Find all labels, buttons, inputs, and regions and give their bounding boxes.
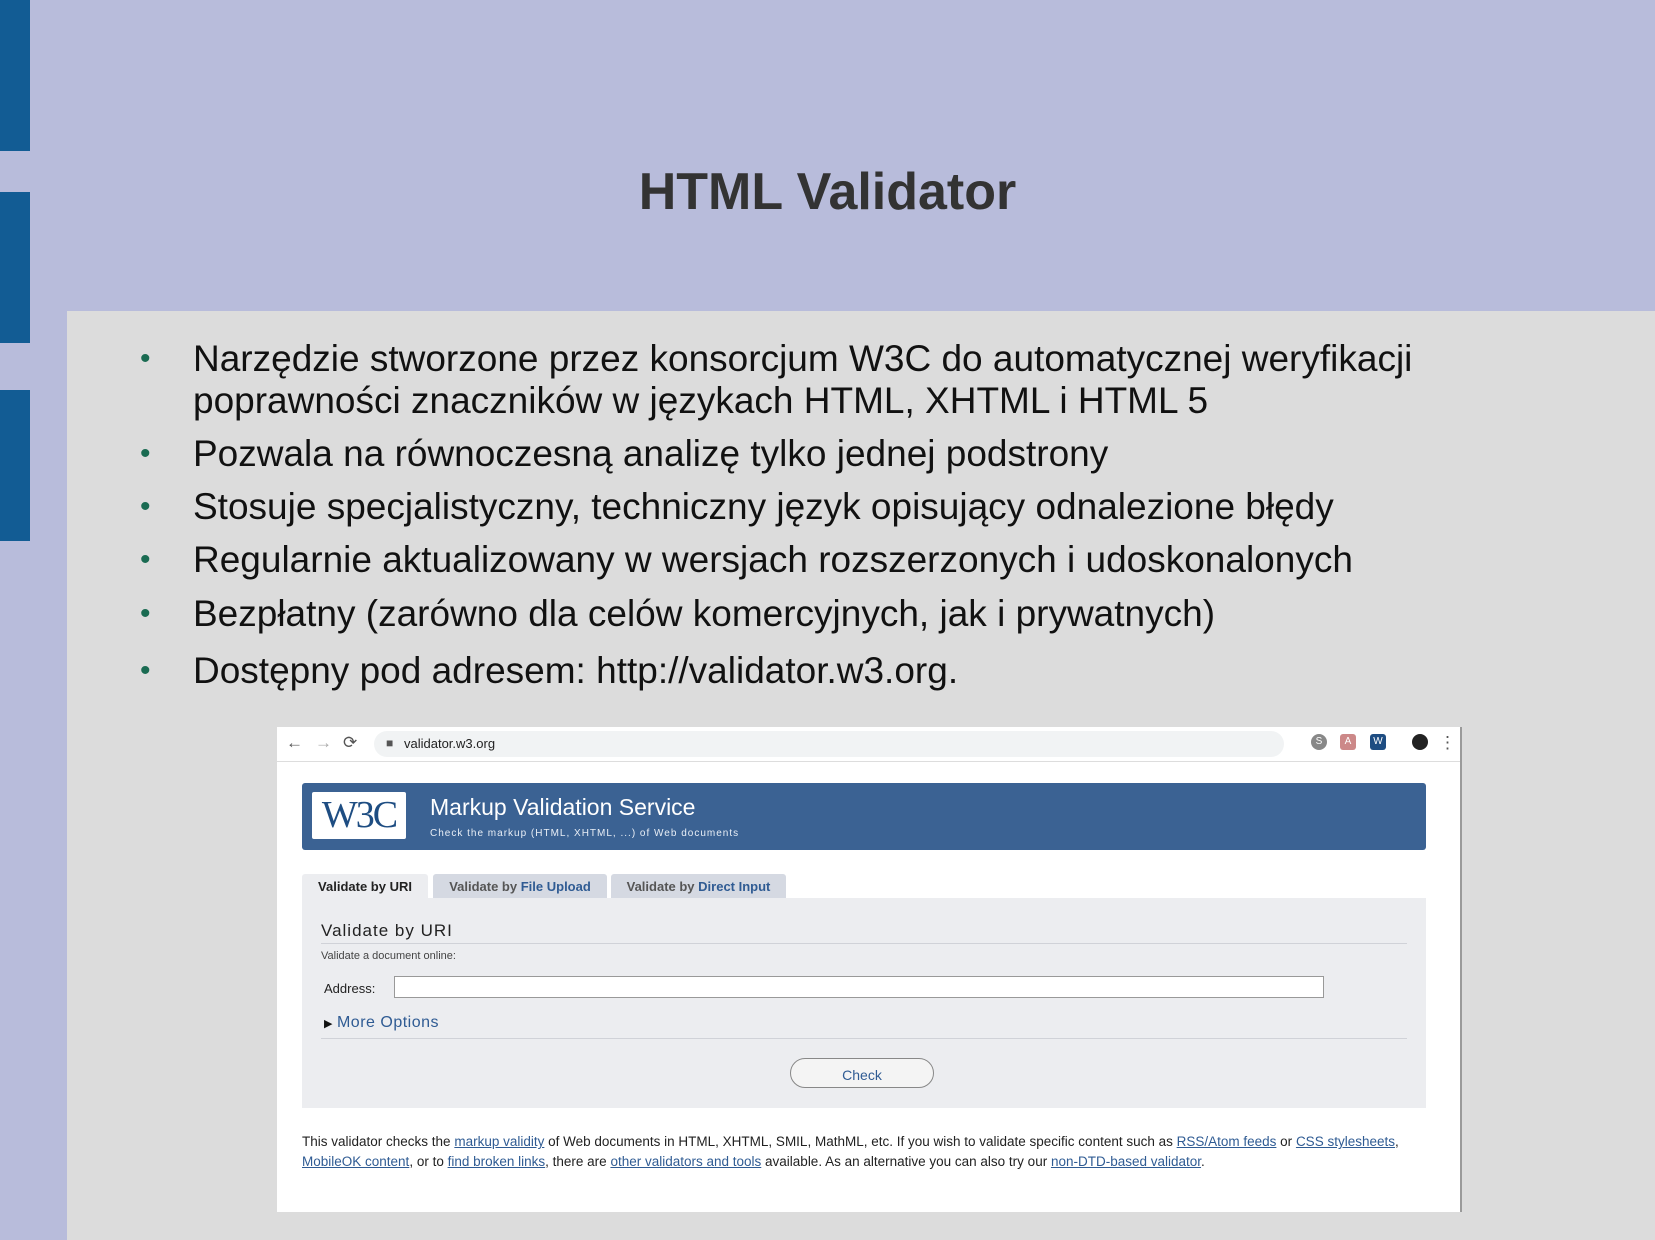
more-options-toggle[interactable]: ▶ More Options — [324, 1014, 439, 1032]
tab-prefix: Validate by — [449, 879, 521, 894]
bullet-dot: • — [140, 490, 151, 523]
validator-footer: This validator checks the markup validit… — [302, 1132, 1427, 1172]
footer-text: of Web documents in HTML, XHTML, SMIL, M… — [544, 1134, 1177, 1149]
profile-avatar-icon[interactable] — [1412, 734, 1428, 750]
bullet-text-continued: poprawności znaczników w językach HTML, … — [193, 380, 1209, 421]
bullet-dot: • — [140, 654, 151, 687]
tab-prefix: Validate by — [626, 879, 699, 894]
validator-screenshot: ← → ⟳ ■ validator.w3.org ☆ S A W ⋮ W3C M… — [277, 727, 1462, 1212]
link-other-validators[interactable]: other validators and tools — [610, 1154, 761, 1169]
divider — [321, 943, 1407, 944]
footer-text: . — [1201, 1154, 1205, 1169]
check-button[interactable]: Check — [790, 1058, 934, 1088]
bullet-item: • Dostępny pod adresem: http://validator… — [140, 650, 1523, 692]
address-bar-url: validator.w3.org — [404, 736, 496, 751]
service-title: Markup Validation Service — [430, 794, 696, 820]
address-bar[interactable]: ■ validator.w3.org — [374, 731, 1284, 757]
link-non-dtd-validator[interactable]: non-DTD-based validator — [1051, 1154, 1201, 1169]
panel-description: Validate a document online: — [321, 950, 456, 962]
triangle-right-icon: ▶ — [324, 1018, 333, 1030]
link-mobileok-content[interactable]: MobileOK content — [302, 1154, 409, 1169]
tab-highlight: Direct Input — [698, 879, 771, 894]
validate-by-uri-panel: Validate by URI Validate a document onli… — [302, 898, 1426, 1108]
slide-title: HTML Validator — [638, 163, 1017, 221]
back-icon[interactable]: ← — [286, 733, 303, 753]
tab-validate-by-direct-input[interactable]: Validate by Direct Input — [611, 874, 786, 898]
footer-text: , — [1394, 1134, 1399, 1149]
forward-icon[interactable]: → — [315, 733, 332, 753]
bullet-item: • Bezpłatny (zarówno dla celów komercyjn… — [140, 593, 1523, 635]
service-subtitle: Check the markup (HTML, XHTML, ...) of W… — [430, 828, 740, 839]
tab-validate-by-uri[interactable]: Validate by URI — [302, 874, 428, 898]
bullet-item: • Regularnie aktualizowany w wersjach ro… — [140, 539, 1523, 581]
footer-text: , there are — [545, 1154, 611, 1169]
skype-extension-icon[interactable]: S — [1311, 734, 1327, 750]
browser-toolbar: ← → ⟳ ■ validator.w3.org ☆ S A W ⋮ — [277, 727, 1460, 762]
panel-title: Validate by URI — [321, 921, 453, 940]
bullet-text: Narzędzie stworzone przez konsorcjum W3C… — [193, 338, 1413, 379]
bullet-item: • Narzędzie stworzone przez konsorcjum W… — [140, 338, 1523, 422]
bullet-item: • Pozwala na równoczesną analizę tylko j… — [140, 433, 1523, 475]
tab-highlight: File Upload — [520, 879, 591, 894]
bullet-dot: • — [140, 437, 151, 470]
side-bar-1 — [0, 0, 30, 151]
w3c-banner: W3C Markup Validation Service Check the … — [302, 783, 1426, 850]
bullet-text: Pozwala na równoczesną analizę tylko jed… — [193, 433, 1109, 474]
address-input[interactable] — [394, 976, 1324, 998]
w3c-extension-icon[interactable]: W — [1370, 734, 1386, 750]
reload-icon[interactable]: ⟳ — [343, 733, 357, 753]
tab-validate-by-file-upload[interactable]: Validate by File Upload — [433, 874, 607, 898]
bullet-dot: • — [140, 342, 151, 375]
address-label: Address: — [324, 981, 376, 996]
footer-text: This validator checks the — [302, 1134, 455, 1149]
w3c-logo[interactable]: W3C — [312, 792, 406, 839]
menu-icon[interactable]: ⋮ — [1439, 733, 1456, 753]
pdf-extension-icon[interactable]: A — [1340, 734, 1356, 750]
bullet-dot: • — [140, 543, 151, 576]
bullet-item: • Stosuje specjalistyczny, techniczny ję… — [140, 486, 1523, 528]
bullet-text: Bezpłatny (zarówno dla celów komercyjnyc… — [193, 593, 1216, 634]
lock-icon: ■ — [386, 736, 394, 750]
side-bar-3 — [0, 390, 30, 541]
footer-text: or — [1276, 1134, 1296, 1149]
tab-prefix: Validate by — [318, 879, 390, 894]
bullet-dot: • — [140, 597, 151, 630]
bullet-text: Regularnie aktualizowany w wersjach rozs… — [193, 539, 1353, 580]
link-rss-atom-feeds[interactable]: RSS/Atom feeds — [1177, 1134, 1277, 1149]
divider — [321, 1038, 1407, 1039]
more-options-label: More Options — [336, 1014, 440, 1031]
tab-highlight: URI — [389, 879, 412, 894]
link-markup-validity[interactable]: markup validity — [454, 1134, 544, 1149]
link-find-broken-links[interactable]: find broken links — [448, 1154, 546, 1169]
bullet-text: Stosuje specjalistyczny, techniczny języ… — [193, 486, 1334, 527]
bullet-text: Dostępny pod adresem: http://validator.w… — [193, 650, 959, 691]
footer-text: available. As an alternative you can als… — [761, 1154, 1051, 1169]
footer-text: , or to — [409, 1154, 448, 1169]
link-css-stylesheets[interactable]: CSS stylesheets — [1296, 1134, 1395, 1149]
